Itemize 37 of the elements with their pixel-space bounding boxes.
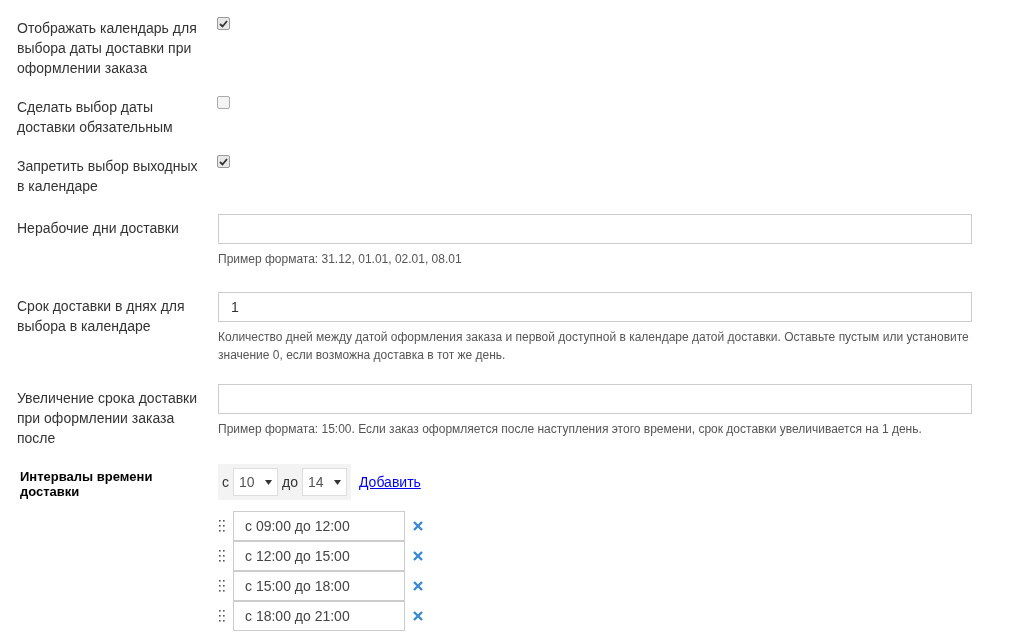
input-field[interactable] [218,214,972,244]
delete-icon[interactable] [413,581,423,591]
setting-label: Интервалы времени доставки [19,468,154,501]
to-select[interactable]: 14 [301,468,347,496]
setting-label: Запретить выбор выходных в календаре [17,157,199,196]
input-field[interactable] [218,384,972,414]
checkbox[interactable] [217,155,230,168]
hint-text: Пример формата: 31.12, 01.01, 02.01, 08.01 [218,251,463,268]
hint-text: Пример формата: 15:00. Если заказ оформляется после наступления этого времени, срок доставки увеличивается на 1 день. [218,421,923,438]
checkmark-icon [219,157,228,166]
interval-item: с 18:00 до 21:00 [233,601,405,631]
caret-icon [333,479,341,485]
drag-handle-icon[interactable] [218,518,225,534]
setting-label: Отображать календарь для выбора даты доставки при оформлении заказа [17,19,198,78]
from-label: с [222,472,229,492]
setting-label: Срок доставки в днях для выбора в календаре [17,297,186,336]
add-link[interactable]: Добавить [358,471,421,493]
drag-handle-icon[interactable] [218,578,225,594]
input-field[interactable]: 1 [218,292,972,322]
setting-label: Сделать выбор даты доставки обязательным [17,98,174,137]
checkbox[interactable] [217,17,230,30]
setting-label: Увеличение срока доставки при оформлении заказа после [17,389,199,448]
delete-icon[interactable] [413,551,423,561]
checkmark-icon [219,19,228,28]
hint-text: Количество дней между датой оформления заказа и первой доступной в календаре датой доставки. Оставьте пустым или установите значение 0, если возможна доставка в тот же день. [218,329,970,364]
drag-handle-icon[interactable] [218,548,225,564]
from-select[interactable]: 10 [233,468,278,496]
to-label: до [282,472,298,492]
delete-icon[interactable] [413,521,423,531]
setting-label: Нерабочие дни доставки [17,219,180,238]
checkbox[interactable] [217,96,230,109]
drag-handle-icon[interactable] [218,608,225,624]
interval-item: с 12:00 до 15:00 [233,541,405,571]
interval-item: с 09:00 до 12:00 [233,511,405,541]
delete-icon[interactable] [413,611,423,621]
caret-icon [265,479,272,485]
interval-item: с 15:00 до 18:00 [233,571,405,601]
